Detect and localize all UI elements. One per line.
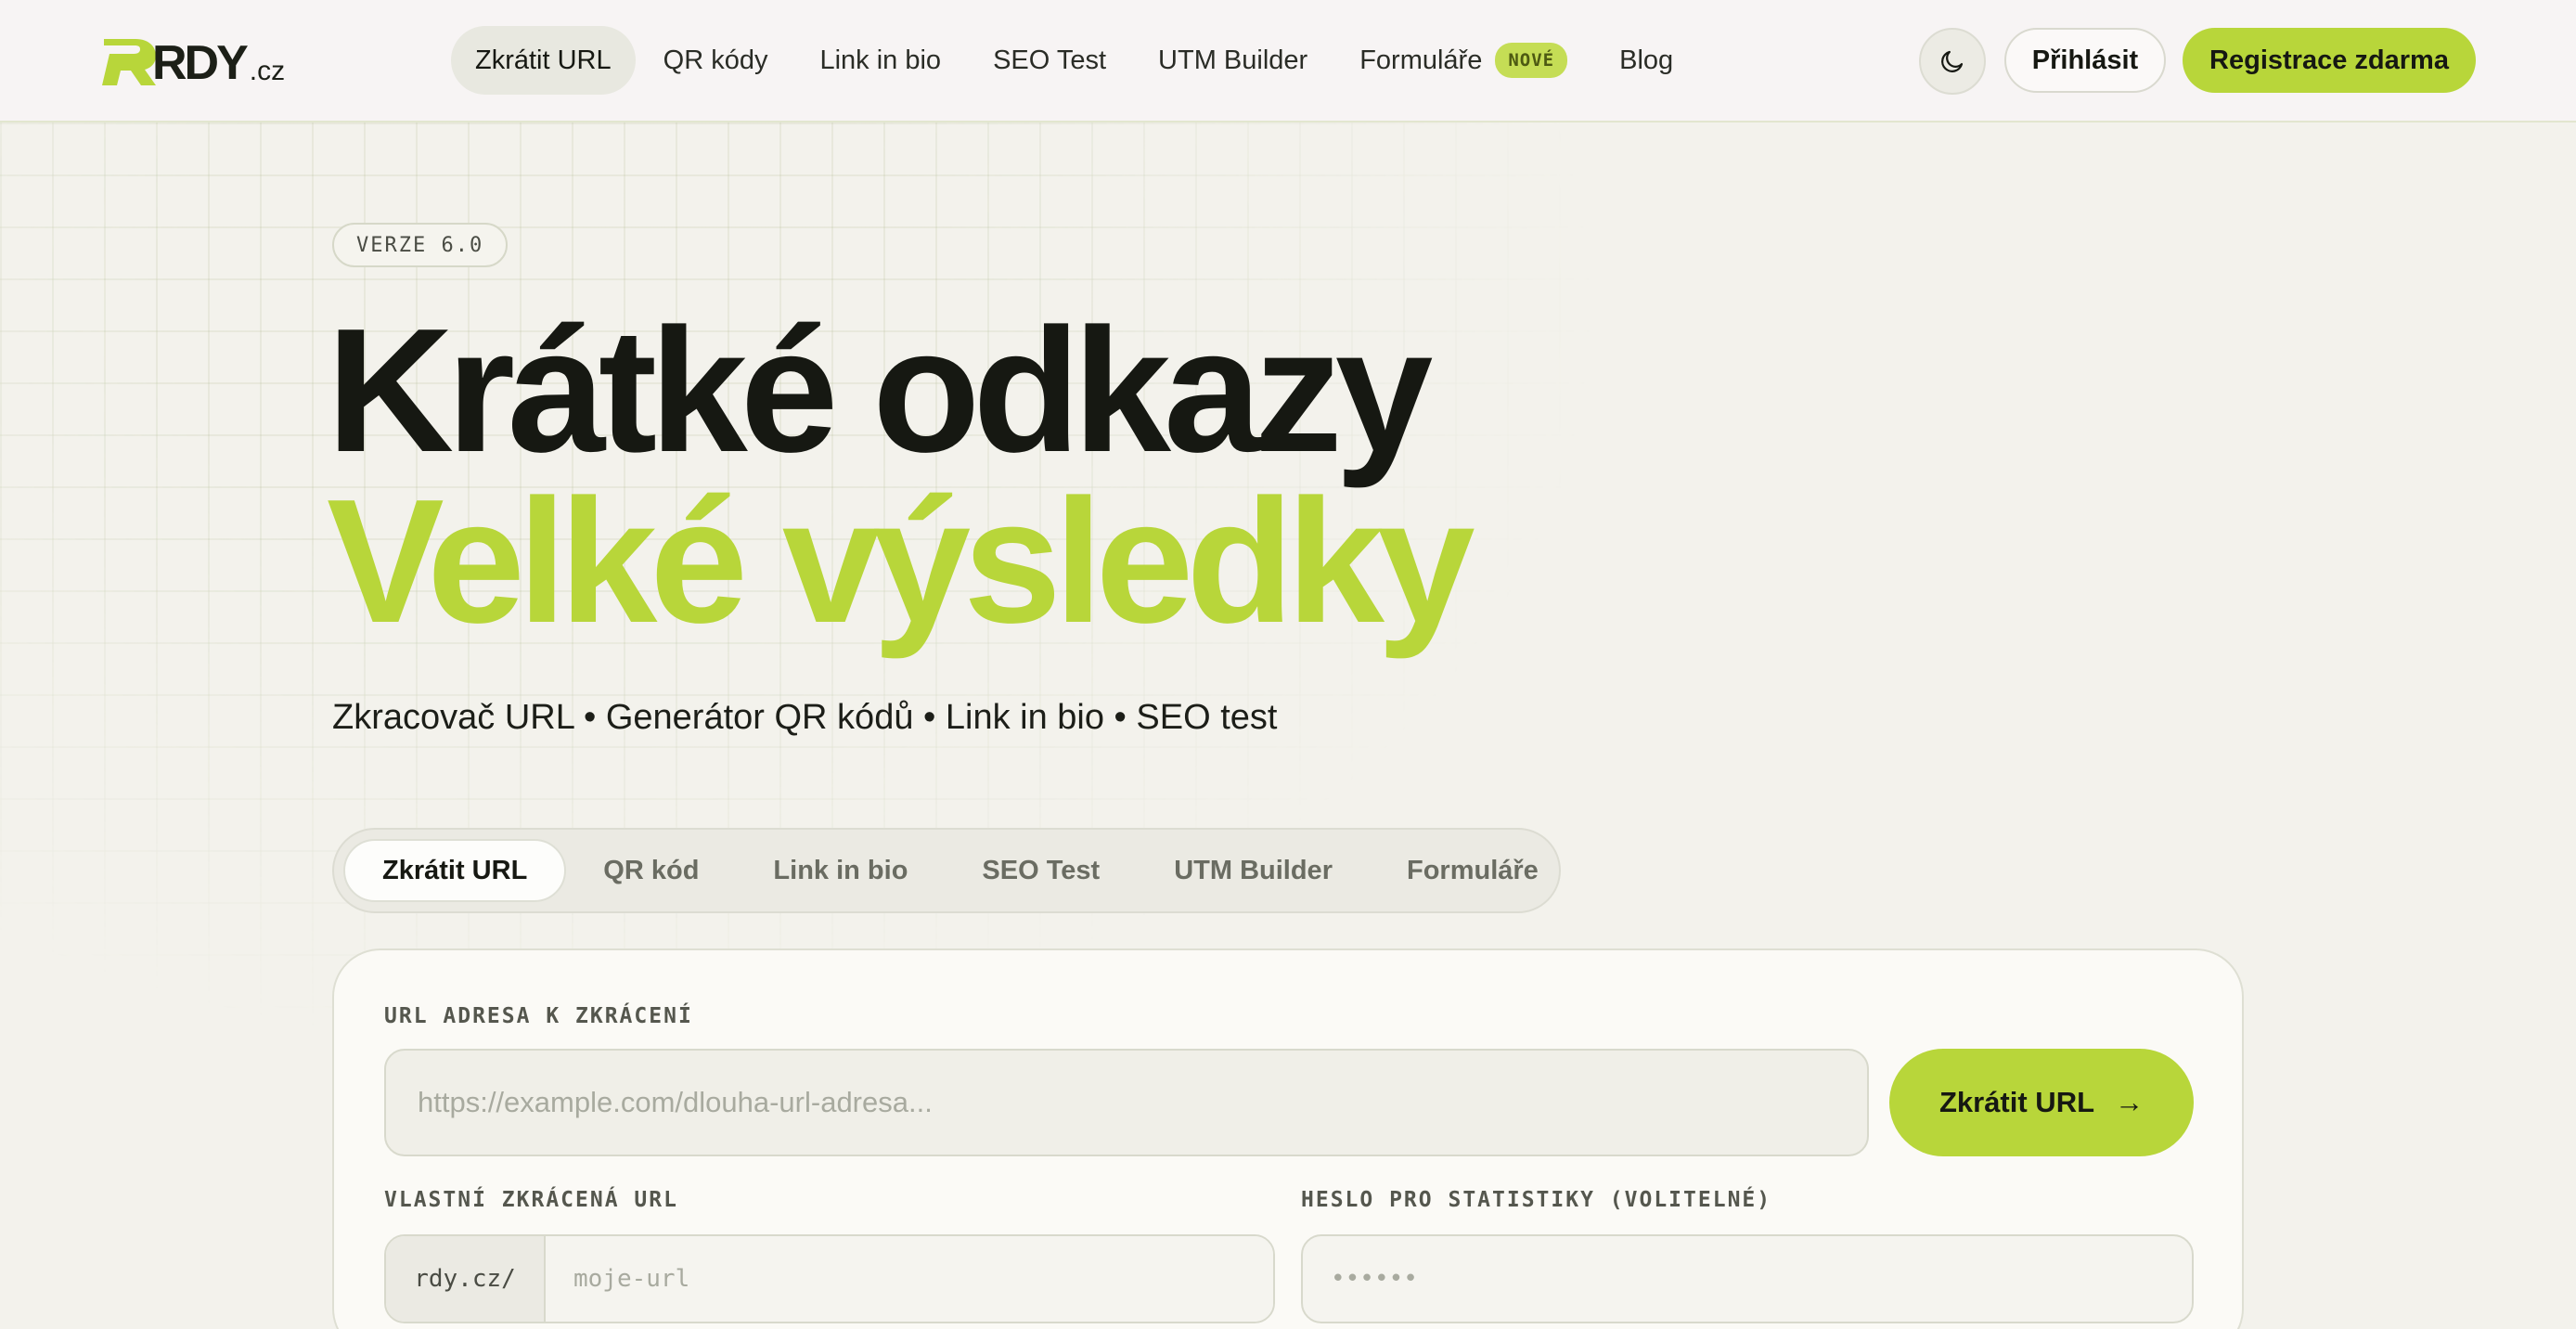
logo-text: RDY [152, 36, 249, 90]
tool-tabs: Zkrátit URL QR kód Link in bio SEO Test … [332, 828, 1561, 913]
theme-toggle-button[interactable] [1919, 28, 1986, 95]
password-label: HESLO PRO STATISTIKY (VOLITELNÉ) [1301, 1188, 1772, 1212]
nav-item-link-in-bio[interactable]: Link in bio [795, 26, 965, 95]
custom-url-label: VLASTNÍ ZKRÁCENÁ URL [384, 1188, 678, 1212]
nav-item-label: Formuláře [1359, 45, 1483, 75]
arrow-right-icon: → [2115, 1086, 2145, 1118]
tab-qr-code[interactable]: QR kód [566, 839, 736, 902]
tab-link-in-bio[interactable]: Link in bio [736, 839, 945, 902]
logo-r-icon [102, 39, 156, 85]
hero-title-line2: Velké výsledky [327, 463, 1475, 660]
nav-item-qr-codes[interactable]: QR kódy [639, 26, 792, 95]
nav-item-blog[interactable]: Blog [1595, 26, 1697, 95]
logo-suffix: .cz [249, 56, 286, 86]
nav-item-forms[interactable]: Formuláře NOVÉ [1335, 26, 1591, 95]
nav-item-label: Link in bio [819, 45, 942, 75]
custom-url-field: rdy.cz/ [384, 1234, 1275, 1323]
tab-shorten-url[interactable]: Zkrátit URL [343, 839, 567, 902]
main-nav: Zkrátit URL QR kódy Link in bio SEO Test… [451, 26, 1697, 95]
hero-title-line1: Krátké odkazy [327, 292, 1433, 489]
shorten-form-card: URL ADRESA K ZKRÁCENÍ Zkrátit URL → VLAS… [332, 948, 2244, 1329]
new-badge: NOVÉ [1495, 43, 1568, 78]
nav-item-shorten-url[interactable]: Zkrátit URL [451, 26, 636, 95]
url-field-label: URL ADRESA K ZKRÁCENÍ [384, 1004, 693, 1028]
nav-item-label: SEO Test [993, 45, 1107, 75]
moon-icon [1941, 50, 1964, 72]
site-header: RDY .cz Zkrátit URL QR kódy Link in bio … [0, 0, 2576, 123]
shorten-url-button[interactable]: Zkrátit URL → [1889, 1049, 2194, 1156]
url-input[interactable] [384, 1049, 1869, 1156]
hero-subtitle: Zkracovač URL • Generátor QR kódů • Link… [332, 698, 1278, 737]
nav-item-label: QR kódy [663, 45, 768, 75]
tab-forms[interactable]: Formuláře [1370, 839, 1576, 902]
version-badge: VERZE 6.0 [332, 223, 509, 267]
nav-item-utm-builder[interactable]: UTM Builder [1134, 26, 1332, 95]
custom-url-input[interactable] [546, 1236, 1273, 1322]
tab-seo-test[interactable]: SEO Test [945, 839, 1137, 902]
custom-url-prefix: rdy.cz/ [386, 1236, 546, 1322]
nav-item-seo-test[interactable]: SEO Test [969, 26, 1130, 95]
login-button[interactable]: Přihlásit [2004, 28, 2166, 93]
nav-item-label: UTM Builder [1158, 45, 1308, 75]
nav-item-label: Zkrátit URL [475, 45, 612, 75]
nav-item-label: Blog [1619, 45, 1674, 75]
logo[interactable]: RDY .cz [100, 35, 285, 87]
tab-utm-builder[interactable]: UTM Builder [1137, 839, 1370, 902]
password-input[interactable] [1301, 1234, 2194, 1323]
signup-button[interactable]: Registrace zdarma [2183, 28, 2476, 93]
shorten-button-label: Zkrátit URL [1938, 1086, 2095, 1118]
